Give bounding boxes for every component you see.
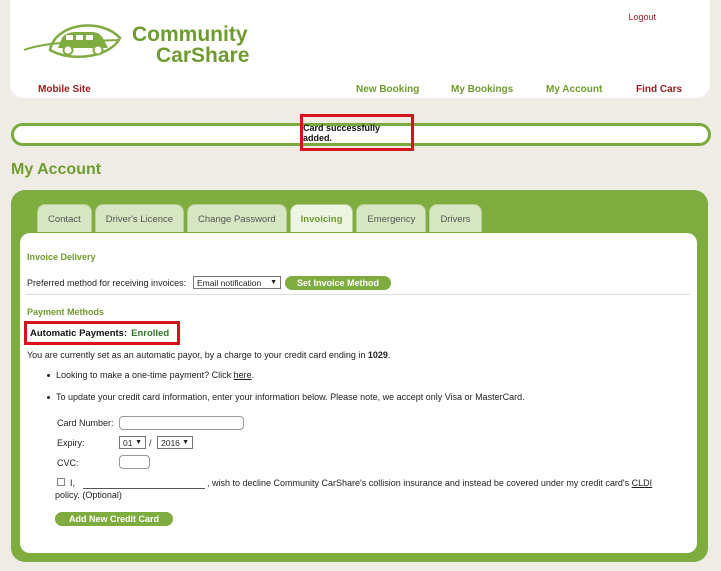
bullet-icon: [47, 374, 50, 377]
section-divider: [26, 294, 690, 295]
invoice-pref-label: Preferred method for receiving invoices:: [27, 278, 187, 288]
add-new-credit-card-button[interactable]: Add New Credit Card: [55, 512, 173, 526]
nav-new-booking[interactable]: New Booking: [356, 84, 419, 95]
invoice-delivery-title: Invoice Delivery: [27, 252, 96, 262]
chevron-down-icon: ▼: [270, 279, 277, 286]
tab-drivers[interactable]: Drivers: [429, 204, 482, 232]
one-time-suffix: .: [251, 370, 255, 380]
tab-bar: Contact Driver's Licence Change Password…: [37, 204, 485, 232]
tab-invoicing[interactable]: Invoicing: [289, 204, 354, 232]
payor-text: You are currently set as an automatic pa…: [27, 350, 390, 360]
invoice-method-select[interactable]: Email notification ▼: [193, 276, 281, 289]
expiry-year-value: 2016: [161, 438, 180, 448]
expiry-month-value: 01: [123, 438, 133, 448]
cvc-label: CVC:: [57, 458, 79, 468]
auto-payments-enrolled: Enrolled: [131, 327, 170, 339]
payor-text-prefix: You are currently set as an automatic pa…: [27, 350, 368, 360]
decline-text-body: , wish to decline Community CarShare's c…: [207, 478, 632, 488]
one-time-prefix: Looking to make a one-time payment? Clic…: [56, 370, 234, 380]
expiry-label: Expiry:: [57, 438, 85, 448]
bullet-icon: [47, 396, 50, 399]
expiry-month-select[interactable]: 01 ▼: [119, 436, 146, 449]
update-card-text: To update your credit card information, …: [56, 392, 525, 402]
payor-text-suffix: .: [387, 350, 391, 360]
nav-find-cars[interactable]: Find Cars: [636, 84, 682, 95]
expiry-year-select[interactable]: 2016 ▼: [157, 436, 193, 449]
payment-methods-title: Payment Methods: [27, 307, 105, 317]
logo[interactable]: Community CarShare: [20, 14, 250, 70]
account-panel: Contact Driver's Licence Change Password…: [11, 190, 708, 562]
decline-prefix: I,: [70, 478, 76, 488]
car-leaf-icon: [23, 24, 122, 58]
invoicing-content: Invoice Delivery Preferred method for re…: [20, 233, 697, 553]
tab-emergency[interactable]: Emergency: [356, 204, 427, 232]
decline-line2: policy. (Optional): [55, 490, 122, 500]
tab-change-password[interactable]: Change Password: [187, 204, 287, 232]
invoice-method-value: Email notification: [197, 278, 262, 288]
chevron-down-icon: ▼: [182, 439, 189, 446]
site-header: Community CarShare Logout Mobile Site Ne…: [10, 0, 710, 98]
one-time-payment-text: Looking to make a one-time payment? Clic…: [56, 370, 254, 380]
card-number-input[interactable]: [119, 416, 244, 430]
automatic-payments-status: Automatic Payments: Enrolled: [24, 321, 180, 345]
auto-payments-label: Automatic Payments:: [30, 327, 128, 339]
logout-link[interactable]: Logout: [628, 12, 656, 22]
tab-contact[interactable]: Contact: [37, 204, 92, 232]
logo-text: Community CarShare: [132, 24, 249, 66]
set-invoice-method-button[interactable]: Set Invoice Method: [285, 276, 391, 290]
tab-drivers-licence[interactable]: Driver's Licence: [94, 204, 185, 232]
cvc-input[interactable]: [119, 455, 150, 469]
card-number-label: Card Number:: [57, 418, 114, 428]
decline-insurance-checkbox[interactable]: [57, 478, 65, 486]
mobile-site-link[interactable]: Mobile Site: [38, 84, 91, 95]
expiry-separator: /: [149, 438, 152, 448]
nav-my-account[interactable]: My Account: [546, 84, 602, 95]
status-message: Card successfully added.: [300, 114, 414, 151]
page-title: My Account: [11, 161, 102, 178]
logo-line2: CarShare: [156, 44, 250, 67]
one-time-payment-link[interactable]: here: [234, 370, 252, 380]
chevron-down-icon: ▼: [135, 439, 142, 446]
nav-my-bookings[interactable]: My Bookings: [451, 84, 513, 95]
cldi-link[interactable]: CLDI: [632, 478, 653, 488]
decline-text: , wish to decline Community CarShare's c…: [207, 478, 652, 488]
decline-name-field[interactable]: [83, 488, 205, 489]
card-ending: 1029: [367, 350, 388, 360]
logo-line1: Community: [132, 23, 248, 46]
